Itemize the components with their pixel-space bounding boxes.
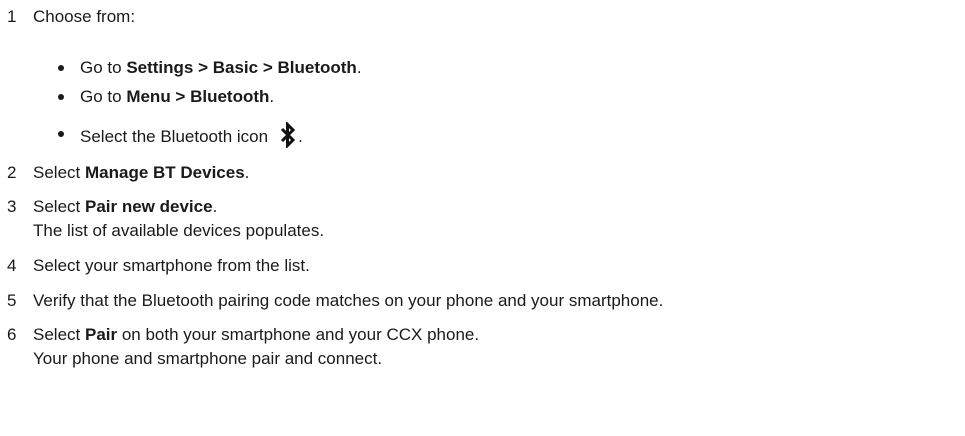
choice-menu-path: Menu > Bluetooth [126,87,270,106]
step-number: 4 [7,256,17,275]
bullet-dot [58,65,64,71]
step-text: Select your smartphone from the list. [33,256,310,275]
bluetooth-icon [280,120,296,155]
step-suffix: . [212,197,218,216]
choice-suffix: . [269,87,275,106]
choice-prefix: Go to [80,87,127,106]
step-action: Manage BT Devices [84,163,245,182]
step-action: Pair new device [84,197,213,216]
step-prefix: Select [33,197,85,216]
bullet-dot [58,131,64,137]
bullet-dot [58,94,64,100]
step-prefix: Select [33,325,85,344]
step-text: Verify that the Bluetooth pairing code m… [33,291,664,310]
step-number: 3 [7,197,17,216]
step-text: Choose from: [33,7,136,26]
choice-suffix: . [356,58,362,77]
step-action: Pair [84,325,118,344]
step-number: 5 [7,291,17,310]
step-result: Your phone and smartphone pair and conne… [33,349,383,368]
step-number: 6 [7,325,17,344]
choice-item: Select the Bluetooth icon. [58,120,965,150]
step-suffix: on both your smartphone and your CCX pho… [117,325,480,344]
choice-item: Go to Settings > Basic > Bluetooth. [58,56,965,80]
choice-prefix: Go to [80,58,127,77]
step-result: The list of available devices populates. [33,221,325,240]
step-number: 1 [7,7,17,26]
choice-item: Go to Menu > Bluetooth. [58,85,965,109]
choice-suffix: . [298,127,303,146]
step-number: 2 [7,163,17,182]
step-suffix: . [244,163,250,182]
choice-menu-path: Settings > Basic > Bluetooth [126,58,357,77]
step-prefix: Select [33,163,85,182]
choice-prefix: Select the Bluetooth icon [80,127,269,146]
